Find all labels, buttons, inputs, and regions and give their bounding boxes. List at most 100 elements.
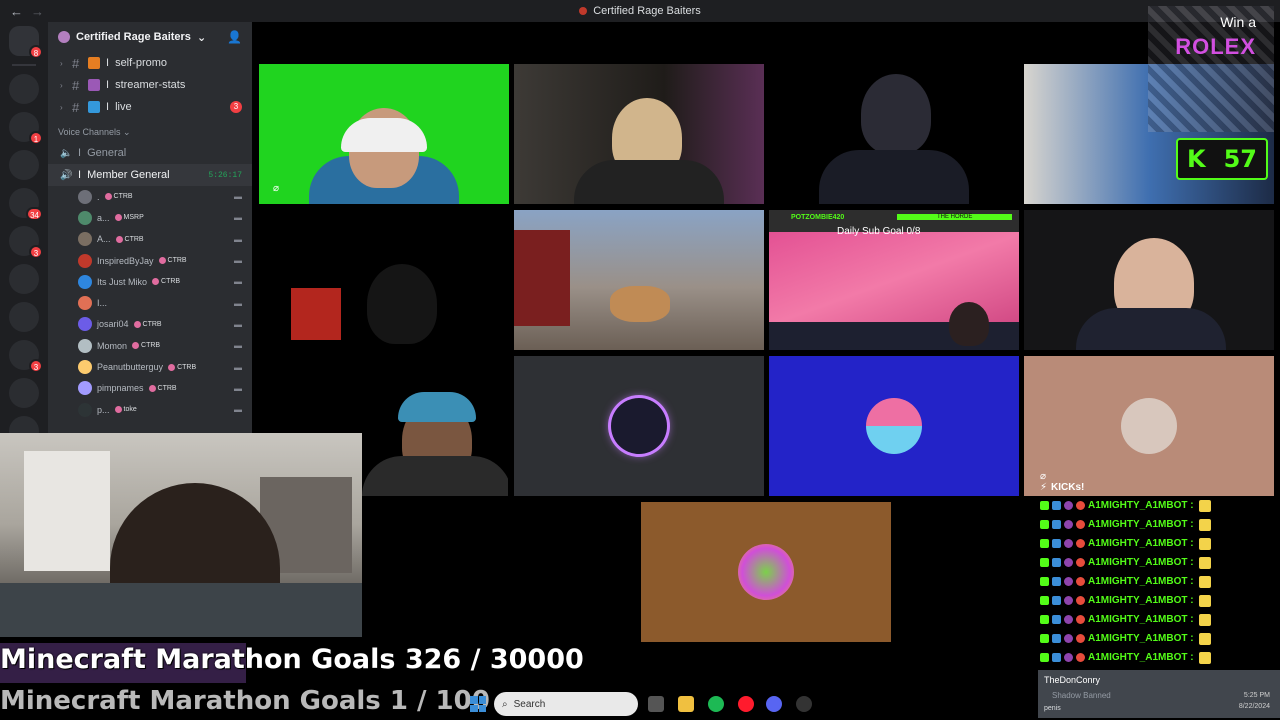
- server-icon[interactable]: 34: [9, 188, 43, 221]
- video-tile[interactable]: [514, 210, 764, 350]
- discord-home-icon[interactable]: 8: [9, 26, 43, 59]
- emote-icon: [1198, 575, 1211, 588]
- video-tile[interactable]: [362, 356, 508, 496]
- kick-badge-icon: [1040, 558, 1049, 567]
- video-tile[interactable]: ⌀: [259, 64, 509, 204]
- chat-username: A1MIGHTY_A1MBOT :: [1088, 652, 1194, 663]
- kick-follow-counter: K 57: [1176, 138, 1268, 180]
- voice-member[interactable]: p... toke ▬: [48, 399, 252, 420]
- camera-icon: ▬: [234, 192, 242, 202]
- voice-member[interactable]: InspiredByJay CTRB ▬: [48, 250, 252, 271]
- participant-body: [1076, 308, 1226, 350]
- video-tile[interactable]: [641, 502, 891, 642]
- bot-badge-icon: [1076, 615, 1085, 624]
- taskbar-search[interactable]: ⌕ Search: [494, 692, 638, 716]
- game-hud: POTZOMBIE420 THE HORDE Daily Sub Goal 0/…: [769, 210, 1019, 237]
- hash-icon: #: [72, 99, 80, 115]
- channel-self-promo[interactable]: › # Iself-promo: [48, 52, 252, 74]
- gift-badge-icon: [1064, 596, 1073, 605]
- avatar: [78, 317, 92, 332]
- back-arrow-icon[interactable]: ←: [10, 4, 23, 19]
- server-icon[interactable]: 3: [9, 226, 43, 259]
- member-name: Momon: [97, 340, 128, 351]
- server-icon[interactable]: 3: [9, 340, 43, 373]
- server-header[interactable]: Certified Rage Baiters ⌄ 👤: [48, 22, 252, 52]
- unread-badge: 3: [29, 359, 43, 373]
- sub-badge-icon: [1052, 615, 1061, 624]
- video-tile[interactable]: [769, 64, 1019, 204]
- emote-icon: [1198, 632, 1211, 645]
- video-tile[interactable]: [514, 356, 764, 496]
- system-clock[interactable]: 5:25 PM 8/22/2024: [1239, 690, 1270, 712]
- video-tile[interactable]: [514, 64, 764, 204]
- voice-member[interactable]: . CTRB ▬: [48, 186, 252, 207]
- server-icon[interactable]: [9, 264, 39, 294]
- video-tile[interactable]: POTZOMBIE420 THE HORDE Daily Sub Goal 0/…: [769, 210, 1019, 350]
- chat-message: A1MIGHTY_A1MBOT :: [1036, 629, 1280, 648]
- sub-badge-icon: [1052, 653, 1061, 662]
- voice-member[interactable]: Momon CTRB ▬: [48, 335, 252, 356]
- title-bar: ← → Certified Rage Baiters: [0, 0, 1280, 22]
- taskbar: ⌕ Search: [0, 688, 1038, 720]
- chat-message: A1MIGHTY_A1MBOT :: [1036, 572, 1280, 591]
- channel-name: live: [115, 101, 132, 113]
- server-icon[interactable]: [9, 74, 39, 104]
- video-tile-speaking[interactable]: [1024, 210, 1274, 350]
- video-tile[interactable]: ⌀: [1024, 356, 1274, 496]
- toast-user: TheDonConry: [1044, 675, 1101, 685]
- opera-icon[interactable]: [738, 696, 754, 712]
- channel-live[interactable]: › # Ilive 3: [48, 96, 252, 118]
- member-tag: CTRB: [152, 278, 180, 285]
- server-icon[interactable]: 1: [9, 416, 39, 434]
- kick-badge-icon: [1040, 634, 1049, 643]
- video-tile[interactable]: [259, 210, 509, 350]
- chat-username: A1MIGHTY_A1MBOT :: [1088, 576, 1194, 587]
- participant-body: [819, 150, 969, 204]
- bot-badge-icon: [1076, 634, 1085, 643]
- folder-icon[interactable]: [9, 302, 39, 332]
- add-member-icon[interactable]: 👤: [227, 30, 242, 44]
- sub-badge-icon: [1052, 558, 1061, 567]
- voice-channel-list: 🔈 I General 🔊 I Member General 5:26:17: [48, 142, 252, 186]
- emote-icon: [1198, 594, 1211, 607]
- voice-category[interactable]: Voice Channels ⌄: [48, 122, 252, 142]
- video-tile[interactable]: [769, 356, 1019, 496]
- sub-badge-icon: [1052, 577, 1061, 586]
- voice-channel-general[interactable]: 🔈 I General: [48, 142, 252, 164]
- bot-badge-icon: [1076, 653, 1085, 662]
- voice-member[interactable]: I... ▬: [48, 292, 252, 313]
- task-view-icon[interactable]: [648, 696, 664, 712]
- voice-member[interactable]: a... MSRP ▬: [48, 207, 252, 228]
- server-icon[interactable]: [9, 150, 39, 180]
- sub-badge-icon: [1052, 501, 1061, 510]
- windows-start-icon[interactable]: [470, 696, 486, 712]
- spotify-icon[interactable]: [708, 696, 724, 712]
- member-tag: CTRB: [105, 193, 133, 200]
- gift-badge-icon: [1064, 501, 1073, 510]
- chevron-down-icon: ⌄: [196, 31, 207, 44]
- server-icon[interactable]: 1: [9, 112, 43, 145]
- chat-message: A1MIGHTY_A1MBOT :: [1036, 591, 1280, 610]
- chat-username: A1MIGHTY_A1MBOT :: [1088, 538, 1194, 549]
- file-explorer-icon[interactable]: [678, 696, 694, 712]
- voice-member[interactable]: A... CTRB ▬: [48, 229, 252, 250]
- discord-icon[interactable]: [766, 696, 782, 712]
- voice-member[interactable]: pimpnames CTRB ▬: [48, 378, 252, 399]
- voice-member[interactable]: Its Just Miko CTRB ▬: [48, 271, 252, 292]
- kick-badge-icon: [1040, 615, 1049, 624]
- rolex-promo: Win a ROLEX: [1148, 6, 1274, 132]
- voice-member[interactable]: Peanutbutterguy CTRB ▬: [48, 356, 252, 377]
- marathon-goal-1: Minecraft Marathon Goals 326 / 30000: [0, 644, 584, 675]
- kick-count: 57: [1223, 145, 1257, 173]
- channel-streamer-stats[interactable]: › # Istreamer-stats: [48, 74, 252, 96]
- unread-badge: 34: [26, 207, 43, 221]
- game-title: THE HORDE: [897, 214, 1013, 220]
- member-name: josari04: [97, 319, 129, 330]
- server-icon[interactable]: [9, 378, 39, 408]
- rail-separator: [12, 64, 36, 66]
- obs-icon[interactable]: [796, 696, 812, 712]
- voice-channel-member-general[interactable]: 🔊 I Member General 5:26:17: [48, 164, 252, 186]
- bot-badge-icon: [1076, 539, 1085, 548]
- voice-member[interactable]: josari04 CTRB ▬: [48, 314, 252, 335]
- forward-arrow-icon[interactable]: →: [31, 4, 44, 19]
